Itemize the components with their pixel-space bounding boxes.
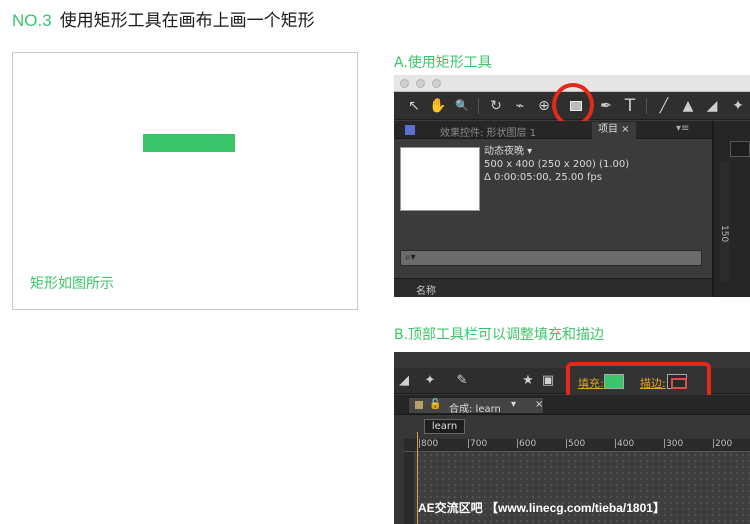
horizontal-ruler: |800 |700 |600 |500 |400 |300 |200 xyxy=(404,439,750,452)
fill-label[interactable]: 填充: xyxy=(578,375,604,391)
toolbar-divider xyxy=(478,98,479,114)
composition-tab-label: 合成: learn xyxy=(449,404,501,415)
composition-duration: Δ 0:00:05:00, 25.00 fps xyxy=(484,172,602,183)
column-name-header[interactable]: 名称 xyxy=(416,282,436,297)
tab-project[interactable]: 项目 × xyxy=(592,122,636,139)
composition-name[interactable]: 动态夜晚 ▾ xyxy=(484,145,629,158)
ruler-tick-label: |400 xyxy=(614,439,635,449)
demo-canvas: 矩形如图所示 xyxy=(12,52,358,310)
ae-window-b: ◢ ✦ ✎ ★ ▣ 填充: 描边: 🔓 合成: learn ▾ × learn … xyxy=(394,352,750,524)
page-title: NO.3 使用矩形工具在画布上画一个矩形 xyxy=(12,6,315,31)
vertical-ruler-b xyxy=(404,452,414,524)
hand-tool-icon[interactable]: ✋ xyxy=(428,96,448,116)
camera-tool-icon[interactable]: ⌁ xyxy=(510,96,530,116)
vertical-ruler xyxy=(720,161,729,281)
step-number: NO.3 xyxy=(12,11,52,30)
ruler-tick-label: |700 xyxy=(467,439,488,449)
project-search-input[interactable]: ⌕▾ xyxy=(400,250,702,266)
zoom-tool-icon[interactable]: 🔍 xyxy=(452,96,472,116)
composition-tab-bar: 🔓 合成: learn ▾ × xyxy=(394,395,750,415)
demo-caption: 矩形如图所示 xyxy=(30,276,114,292)
stroke-label[interactable]: 描边: xyxy=(640,375,666,391)
demo-rectangle xyxy=(143,134,235,152)
selection-tool-icon[interactable]: ↖ xyxy=(404,96,424,116)
stroke-color-swatch[interactable] xyxy=(667,374,687,389)
ruler-tick-label: |200 xyxy=(712,439,733,449)
ruler-tick-label: |600 xyxy=(516,439,537,449)
pen-tool-icon[interactable]: ✒ xyxy=(596,96,616,116)
panel-color-icon xyxy=(405,125,415,135)
search-icon: ⌕▾ xyxy=(405,252,416,263)
composition-size: 500 x 400 (250 x 200) (1.00) xyxy=(484,159,630,170)
composition-thumbnail xyxy=(400,147,480,211)
project-column-header: 名称 xyxy=(394,278,712,297)
puppet-tool-icon[interactable]: ✦ xyxy=(728,96,748,116)
mask-icon[interactable]: ▣ xyxy=(538,371,558,391)
watermark: AE交流区吧 【www.linecg.com/tieba/1801】 xyxy=(418,501,665,515)
eraser-tool-icon[interactable]: ◢ xyxy=(702,96,722,116)
tab-composition-learn[interactable]: 🔓 合成: learn ▾ xyxy=(408,397,544,415)
rotate-tool-icon[interactable]: ↻ xyxy=(486,96,506,116)
composition-info: 动态夜晚 ▾ 500 x 400 (250 x 200) (1.00) Δ 0:… xyxy=(484,145,629,184)
star-icon[interactable]: ★ xyxy=(518,371,538,391)
section-b-label: B.顶部工具栏可以调整填充和描边 xyxy=(394,327,605,343)
pan-behind-tool-icon[interactable]: ⊕ xyxy=(534,96,554,116)
ruler-tick-label: |800 xyxy=(418,439,439,449)
chevron-down-icon[interactable]: ▾ xyxy=(511,399,516,410)
ruler-tick-label: |500 xyxy=(565,439,586,449)
ae-window-a: ↖ ✋ 🔍 ↻ ⌁ ⊕ ✒ T ╱ ▲ ◢ ✦ 效果控件: 形状图层 1 项目 … xyxy=(394,75,750,297)
eraser-tool-icon[interactable]: ◢ xyxy=(394,371,414,391)
puppet-tool-icon[interactable]: ✦ xyxy=(420,371,440,391)
tab-color-icon xyxy=(415,401,423,409)
step-title: 使用矩形工具在画布上画一个矩形 xyxy=(59,11,315,31)
panel-menu-icon[interactable]: ▾≡ xyxy=(676,123,689,134)
lock-icon[interactable]: 🔓 xyxy=(429,399,441,410)
ruler-tick-label: |300 xyxy=(663,439,684,449)
section-a-label: A.使用矩形工具 xyxy=(394,55,492,71)
composition-breadcrumb-learn[interactable]: learn xyxy=(424,419,465,434)
clone-stamp-tool-icon[interactable]: ▲ xyxy=(678,96,698,116)
close-icon[interactable]: × xyxy=(535,399,543,410)
window-zoom-dot[interactable] xyxy=(432,79,441,88)
fill-color-swatch[interactable] xyxy=(604,374,624,389)
window-close-dot[interactable] xyxy=(400,79,409,88)
ruler-number: 150 xyxy=(719,225,729,243)
brush-tool-icon[interactable]: ╱ xyxy=(654,96,674,116)
panel-tab-bar: 效果控件: 形状图层 1 项目 × ▾≡ xyxy=(394,121,712,139)
tab-effect-controls[interactable]: 效果控件: 形状图层 1 xyxy=(440,124,536,139)
composition-mini-tab[interactable] xyxy=(730,141,750,157)
window-minimize-dot[interactable] xyxy=(416,79,425,88)
puppet-pin-tool-icon[interactable]: ✎ xyxy=(452,371,472,391)
toolbar-divider xyxy=(646,98,647,114)
text-tool-icon[interactable]: T xyxy=(620,96,640,116)
